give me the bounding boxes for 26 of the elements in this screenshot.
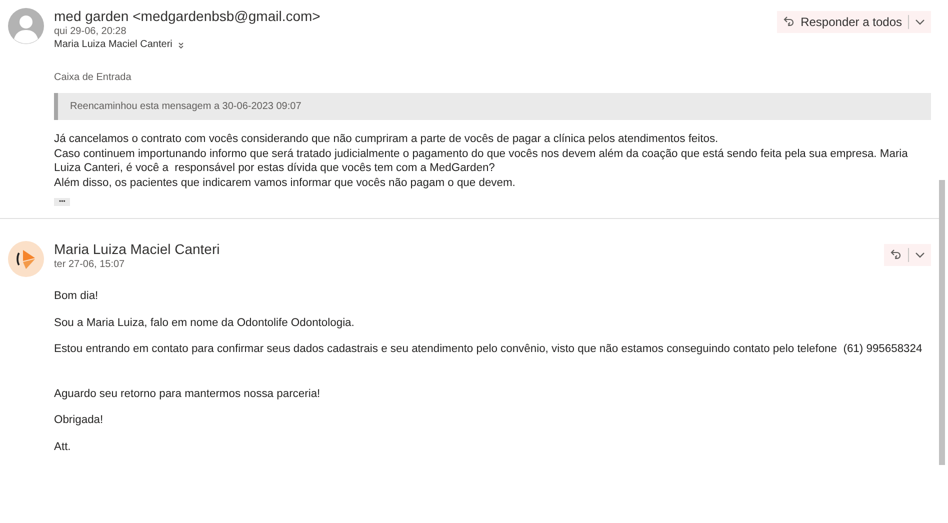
message-text: Aguardo seu retorno para mantermos nossa parceria! xyxy=(54,386,322,401)
reply-all-icon xyxy=(782,16,795,28)
expand-icon[interactable] xyxy=(178,42,184,48)
message-text: Att. xyxy=(54,440,72,454)
message-text: Caso continuem importunando informo que será tratado judicialmente o pagamento do que vocês nos devem além da coação que está sendo feita pela sua empresa. Maria Luiza Canteri, é você a responsável por estas dívida que vocês tem com a MedGarden? xyxy=(54,146,909,176)
message-text: Além disso, os pacientes que indicarem vamos informar que vocês não pagam o que devem. xyxy=(54,176,516,190)
message-text: Bom dia! xyxy=(54,289,100,304)
sender-name: med garden <medgardenbsb@gmail.com> xyxy=(54,8,322,25)
logo-avatar xyxy=(8,241,44,277)
reply-all-icon xyxy=(890,248,902,262)
message-text: Estou entrando em contato para confirmar seus dados cadastrais e seu atendimento pelo convênio, visto que não estamos conseguindo contato pelo telefone (61) 995658324 xyxy=(54,342,924,356)
sender-name: Maria Luiza Maciel Canteri xyxy=(54,241,221,258)
message-text: Sou a Maria Luiza, falo em nome da Odontolife Odontologia. xyxy=(54,316,356,330)
avatar-icon xyxy=(8,8,44,44)
reply-all-button[interactable] xyxy=(890,248,902,262)
message-date: ter 27-06, 15:07 xyxy=(54,258,126,271)
chevron-down-icon[interactable] xyxy=(915,19,925,25)
chevron-down-icon[interactable] xyxy=(915,252,925,258)
message-date: qui 29-06, 20:28 xyxy=(54,25,128,38)
message-text: Já cancelamos o contrato com vocês considerando que não cumpriram a parte de vocês de pagar a clínica pelos atendimentos feitos. xyxy=(54,132,720,146)
scrollbar-thumb[interactable] xyxy=(939,180,945,465)
folder-label: Caixa de Entrada xyxy=(54,72,132,83)
recipient-name: Maria Luiza Maciel Canteri xyxy=(54,38,172,52)
message-text: Obrigada! xyxy=(54,413,104,428)
forward-notice: Reencaminhou esta mensagem a 30-06-2023 09:07 xyxy=(54,93,931,120)
reply-all-button[interactable]: Responder a todos xyxy=(782,15,902,29)
